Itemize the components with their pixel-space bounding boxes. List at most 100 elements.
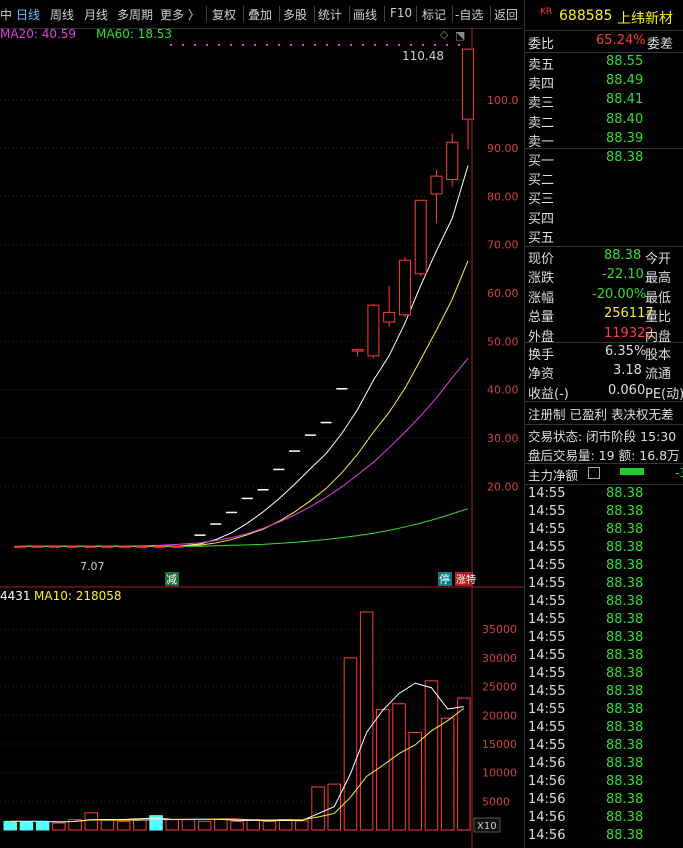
chart-toolbar: 中 日线 周线 月线 多周期 更多 〉 复权 叠加 多股 统计 画线 F10 标… xyxy=(0,0,522,29)
toolbar-item-back[interactable]: 返回 xyxy=(494,6,518,23)
stat-row: 现价 88.38 今开 xyxy=(528,248,683,267)
volume-tick-label: 25000 xyxy=(482,681,517,694)
toolbar-divider xyxy=(416,6,417,22)
buy-level-row[interactable]: 买一 88.38 xyxy=(528,150,683,169)
tick-time: 14:55 xyxy=(528,522,566,537)
tick-row[interactable]: 14:55 88.38 xyxy=(528,630,683,648)
tick-row[interactable]: 14:55 88.38 xyxy=(528,594,683,612)
buy-level-row[interactable]: 买三 xyxy=(528,188,683,207)
tick-row[interactable]: 14:56 88.38 xyxy=(528,774,683,792)
stock-code[interactable]: 688585 xyxy=(559,8,612,24)
sell-level-label: 卖四 xyxy=(528,77,555,93)
volume-tick-label: 20000 xyxy=(482,709,517,722)
toolbar-item-multi-period[interactable]: 多周期 xyxy=(117,6,153,23)
sell-level-row[interactable]: 卖一 88.39 xyxy=(528,131,683,150)
tick-row[interactable]: 14:55 88.38 xyxy=(528,648,683,666)
list-icon[interactable] xyxy=(588,467,600,479)
tick-row[interactable]: 14:55 88.38 xyxy=(528,522,683,540)
toolbar-item-weekly[interactable]: 周线 xyxy=(50,6,74,23)
volume-ma10-label: MA10: 218058 xyxy=(34,590,122,603)
tick-row[interactable]: 14:56 88.38 xyxy=(528,828,683,846)
toolbar-item-minute[interactable]: 中 xyxy=(0,6,12,23)
sell-level-row[interactable]: 卖三 88.41 xyxy=(528,92,683,111)
toolbar-item-mark[interactable]: 标记 xyxy=(422,6,446,23)
stat-value: -22.10 xyxy=(602,267,644,283)
tick-row[interactable]: 14:55 88.38 xyxy=(528,666,683,684)
toolbar-item-multi-stock[interactable]: 多股 xyxy=(283,6,307,23)
toolbar-item-more[interactable]: 更多 〉 xyxy=(160,6,200,23)
price-tick-label: 70.00 xyxy=(487,239,519,252)
stat-label: 总量 xyxy=(528,310,555,326)
buy-level-row[interactable]: 买二 xyxy=(528,169,683,188)
volume-bar xyxy=(19,820,34,831)
stat2-label: 净资 xyxy=(528,367,555,383)
tick-row[interactable]: 14:55 88.38 xyxy=(528,540,683,558)
sell-level-label: 卖二 xyxy=(528,115,555,131)
toolbar-item-draw[interactable]: 画线 xyxy=(353,6,377,23)
toolbar-divider xyxy=(490,6,491,22)
tick-time: 14:55 xyxy=(528,540,566,555)
candle-body xyxy=(154,545,166,548)
tick-row[interactable]: 14:55 88.38 xyxy=(528,558,683,576)
candle-body xyxy=(414,199,427,275)
candle-body xyxy=(351,349,364,352)
moving-average-lines xyxy=(20,165,469,547)
toolbar-divider xyxy=(314,6,315,22)
buy-level-row[interactable]: 买五 xyxy=(528,227,683,246)
tick-row[interactable]: 14:55 88.38 xyxy=(528,702,683,720)
registration-info: 注册制 已盈利 表决权无差 xyxy=(528,407,674,422)
price-chart[interactable]: 20.00 30.00 40.00 50.00 60.00 70.00 80.00 90.00… xyxy=(0,28,524,590)
tick-price: 88.38 xyxy=(606,684,644,699)
toolbar-item-f10[interactable]: F10 xyxy=(390,6,412,20)
tick-row[interactable]: 14:55 88.38 xyxy=(528,612,683,630)
toolbar-divider xyxy=(206,6,207,22)
price-tick-label: 100.0 xyxy=(487,94,519,107)
tick-row[interactable]: 14:56 88.38 xyxy=(528,810,683,828)
candle-body xyxy=(462,48,474,120)
stat-label: 涨幅 xyxy=(528,290,555,306)
sell-level-price: 88.40 xyxy=(606,111,644,127)
tick-price: 88.38 xyxy=(606,558,644,573)
ma20-label: MA20: 40.59 xyxy=(0,28,76,41)
stat2-row: 换手 6.35% 股本 xyxy=(528,344,683,363)
trade-status: 交易状态: 闭市阶段 15:30 xyxy=(528,429,677,444)
tick-row[interactable]: 14:55 88.38 xyxy=(528,738,683,756)
sell-level-row[interactable]: 卖二 88.40 xyxy=(528,112,683,131)
stock-name[interactable]: 上纬新材 xyxy=(617,8,673,28)
price-tick-label: 30.00 xyxy=(487,432,519,445)
toolbar-item-stats[interactable]: 统计 xyxy=(318,6,342,23)
tick-row[interactable]: 14:56 88.38 xyxy=(528,756,683,774)
candle-body xyxy=(84,545,96,548)
buy-level-row[interactable]: 买四 xyxy=(528,208,683,227)
tick-price: 88.38 xyxy=(606,720,644,735)
volume-bar xyxy=(262,820,277,831)
sell-level-row[interactable]: 卖四 88.49 xyxy=(528,73,683,92)
tick-row[interactable]: 14:56 88.38 xyxy=(528,792,683,810)
tick-time: 14:55 xyxy=(528,738,566,753)
volume-bar xyxy=(295,820,309,831)
tick-row[interactable]: 14:55 88.38 xyxy=(528,720,683,738)
tick-row[interactable]: 14:55 88.38 xyxy=(528,504,683,522)
reduce-tag: 减 xyxy=(166,573,177,586)
tick-row[interactable]: 14:55 88.38 xyxy=(528,486,683,504)
toolbar-item-daily[interactable]: 日线 xyxy=(16,6,40,23)
toolbar-item-overlay[interactable]: 叠加 xyxy=(248,6,272,23)
toolbar-item-watchlist[interactable]: -自选 xyxy=(455,6,483,23)
toolbar-item-monthly[interactable]: 月线 xyxy=(84,6,108,23)
volume-chart[interactable]: 5000100001500020000250003000035000 4431 … xyxy=(0,590,524,848)
tick-row[interactable]: 14:55 88.38 xyxy=(528,684,683,702)
toolbar-item-adjust[interactable]: 复权 xyxy=(212,6,236,23)
stat2-row: 收益(-) 0.060 PE(动) xyxy=(528,383,683,402)
limit-tag: 涨特 xyxy=(456,574,476,586)
tick-time: 14:55 xyxy=(528,558,566,573)
price-tick-label: 80.00 xyxy=(487,190,519,203)
price-tick-label: 40.00 xyxy=(487,384,519,397)
tick-price: 88.38 xyxy=(606,774,644,789)
volume-bar xyxy=(35,820,50,831)
buy-level-label: 买二 xyxy=(528,173,555,189)
volume-bar xyxy=(424,680,439,831)
sell-level-row[interactable]: 卖五 88.55 xyxy=(528,54,683,73)
maximize-icon[interactable]: ⬔ xyxy=(455,29,465,42)
tick-row[interactable]: 14:55 88.38 xyxy=(528,576,683,594)
volume-tick-label: 5000 xyxy=(482,795,510,808)
